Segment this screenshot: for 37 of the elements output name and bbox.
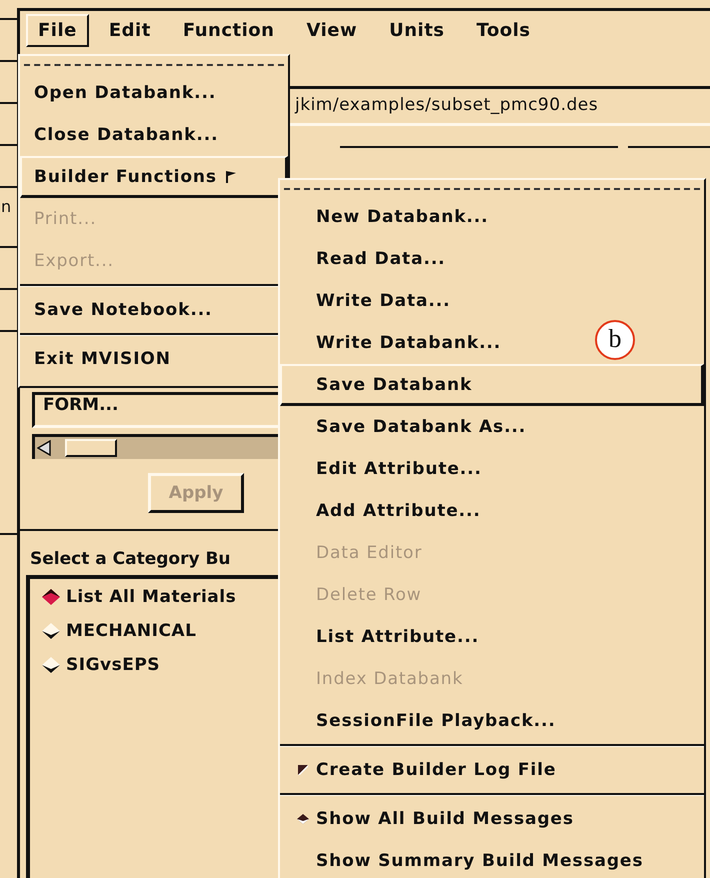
menu-bar-item[interactable]: Function [170, 14, 286, 47]
menu-bar-item[interactable]: Edit [96, 14, 163, 47]
menu-item[interactable]: Add Attribute... [280, 490, 489, 532]
category-label: List All Materials [66, 587, 236, 607]
menu-item[interactable]: Create Builder Log File [280, 749, 564, 791]
tear-off-line[interactable] [24, 64, 284, 66]
menu-item[interactable]: Exit MVISION [20, 338, 179, 380]
category-radio[interactable]: List All Materials [40, 587, 282, 607]
menu-item[interactable]: New Databank... [280, 196, 496, 238]
menu-item[interactable]: Show Summary Build Messages [280, 840, 652, 878]
slider-thumb[interactable] [64, 439, 117, 457]
category-label: SIGvsEPS [66, 655, 160, 675]
tear-off-line[interactable] [284, 188, 700, 190]
menu-item-label: Create Builder Log File [316, 759, 556, 782]
menu-bar-item[interactable]: View [294, 14, 370, 47]
menu-bar-item[interactable]: Units [377, 14, 457, 47]
cascade-arrow-icon [224, 170, 237, 184]
category-radio[interactable]: MECHANICAL [40, 621, 282, 641]
menu-item[interactable]: Read Data... [280, 238, 454, 280]
menu-item[interactable]: Show All Build Messages [280, 798, 582, 840]
menu-item[interactable]: List Attribute... [280, 616, 488, 658]
category-radio[interactable]: SIGvsEPS [40, 655, 282, 675]
menu-bar-item[interactable]: Tools [464, 14, 543, 47]
category-label: MECHANICAL [66, 621, 196, 641]
menu-item[interactable]: SessionFile Playback... [280, 700, 564, 742]
category-label: Select a Category Bu [30, 549, 232, 569]
menu-item-label: Show All Build Messages [316, 808, 574, 831]
menu-item[interactable]: Save Notebook... [20, 289, 220, 331]
left-arrow-icon[interactable] [37, 440, 51, 456]
window-label: n [1, 198, 12, 216]
menu-item[interactable]: Write Data... [280, 280, 458, 322]
menu-item[interactable]: Edit Attribute... [280, 448, 490, 490]
menu-item[interactable]: Save Databank [280, 364, 704, 406]
menu-item[interactable]: Write Databank... [280, 322, 510, 364]
menu-item[interactable]: Save Databank As... [280, 406, 534, 448]
menu-bar-item[interactable]: File [26, 14, 89, 47]
menu-item-label: Show Summary Build Messages [316, 850, 644, 873]
